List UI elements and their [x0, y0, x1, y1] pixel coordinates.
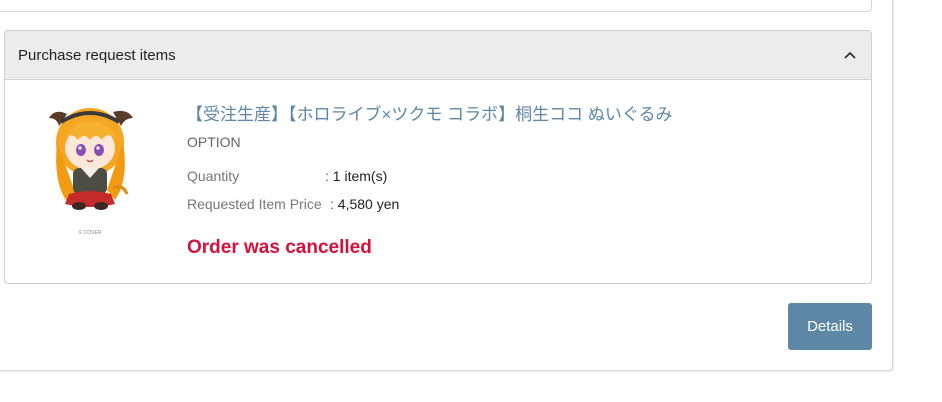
price-row: Requested Item Price: 4,580 yen: [187, 196, 399, 212]
previous-section-card: [0, 0, 872, 12]
chevron-up-icon[interactable]: [843, 48, 857, 62]
panel-header[interactable]: Purchase request items: [5, 31, 871, 80]
quantity-label: Quantity: [187, 168, 240, 184]
price-label: Requested Item Price: [187, 196, 322, 212]
price-value: 4,580 yen: [337, 196, 400, 212]
panel-title: Purchase request items: [18, 47, 176, 64]
option-label: OPTION: [187, 134, 241, 150]
product-title-link[interactable]: 【受注生産】【ホロライブ×ツクモ コラボ】桐生ココ ぬいぐるみ: [186, 100, 673, 125]
quantity-separator: :: [325, 168, 329, 184]
quantity-row: Quantity: 1 item(s): [187, 168, 387, 184]
quantity-value: 1 item(s): [332, 168, 388, 184]
svg-text:© COVER: © COVER: [79, 229, 102, 236]
product-image: © COVER: [49, 108, 133, 236]
details-button[interactable]: Details: [788, 303, 872, 350]
order-status: Order was cancelled: [187, 237, 372, 258]
price-separator: :: [330, 196, 334, 212]
